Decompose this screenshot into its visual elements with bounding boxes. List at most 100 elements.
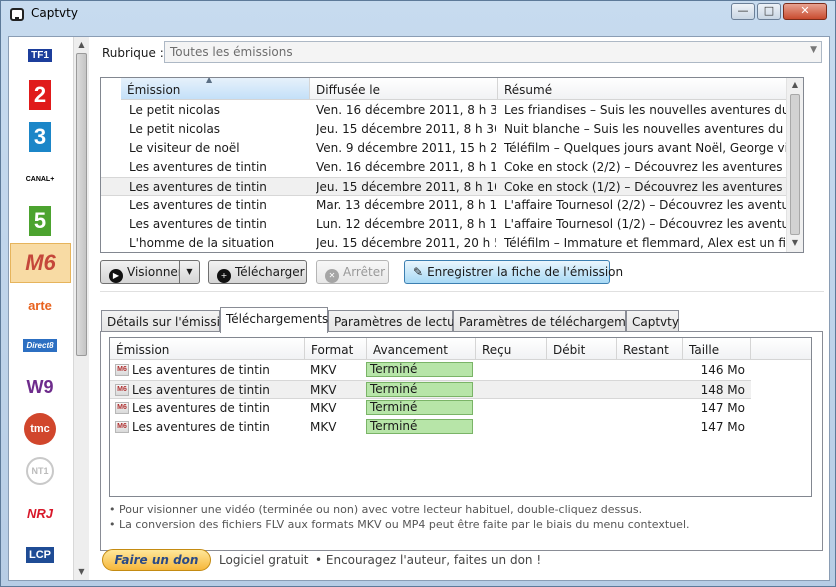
window-title: Captvty <box>31 6 78 20</box>
column-header-recu[interactable]: Reçu <box>476 338 547 360</box>
downloads-panel: Émission Format Avancement Reçu Débit Re… <box>100 331 823 551</box>
scroll-up-arrow-icon[interactable]: ▲ <box>74 37 89 52</box>
emission-scroll-thumb[interactable] <box>790 94 800 235</box>
rubrique-label: Rubrique : <box>102 46 164 60</box>
m6-icon: M6 <box>115 421 129 433</box>
donate-button[interactable]: Faire un don <box>102 549 211 571</box>
emission-list[interactable]: Émission ▲ Diffusée le Résumé Le petit ni… <box>100 77 804 253</box>
scroll-up-arrow-icon[interactable]: ▲ <box>787 80 803 89</box>
minimize-button[interactable]: — <box>731 3 755 20</box>
encourage-label: • Encouragez l'auteur, faites un don ! <box>315 553 542 567</box>
channel-tmc[interactable]: tmc <box>19 411 61 447</box>
nrj12-logo: NRJ <box>26 505 53 521</box>
direct8-logo: Direct8 <box>23 338 57 352</box>
emission-row[interactable]: Le visiteur de noël Ven. 9 décembre 2011… <box>101 139 803 158</box>
status-badge: Terminé <box>366 419 473 434</box>
m6-logo: M6 <box>25 250 56 275</box>
column-header-emission[interactable]: Émission ▲ <box>121 78 310 100</box>
download-list[interactable]: Émission Format Avancement Reçu Débit Re… <box>109 337 812 497</box>
lcp-logo: LCP <box>26 547 54 563</box>
download-row[interactable]: M6 Les aventures de tintin MKV Terminé 1… <box>110 399 751 418</box>
maximize-button[interactable]: □ <box>757 3 781 20</box>
channel-france5[interactable]: 5 <box>19 203 61 239</box>
emission-row[interactable]: Le petit nicolas Jeu. 15 décembre 2011, … <box>101 120 803 139</box>
scroll-down-arrow-icon[interactable]: ▼ <box>74 564 89 579</box>
client-area: TF1 2 3 CANAL+ 5 M6 arte Direct8 W9 tmc … <box>8 36 830 581</box>
emission-row[interactable]: L'homme de la situation Jeu. 15 décembre… <box>101 234 803 252</box>
tab-download-settings[interactable]: Paramètres de téléchargement <box>453 310 646 332</box>
emission-row[interactable]: Les aventures de tintin Mar. 13 décembre… <box>101 196 803 215</box>
tab-playback-settings[interactable]: Paramètres de lecture <box>328 310 467 332</box>
france5-logo: 5 <box>29 206 51 236</box>
channel-nt1[interactable]: NT1 <box>19 453 61 489</box>
sidebar-scrollbar[interactable]: ▲ ▼ <box>73 37 89 580</box>
m6-icon: M6 <box>115 384 129 396</box>
sidebar-scroll-thumb[interactable] <box>76 53 87 356</box>
play-icon: ▶ <box>109 269 123 283</box>
column-header-filler <box>751 338 811 360</box>
channel-direct8[interactable]: Direct8 <box>19 327 61 363</box>
tab-captvty[interactable]: Captvty <box>626 310 679 332</box>
column-header-format[interactable]: Format <box>305 338 367 360</box>
channel-france2[interactable]: 2 <box>19 77 61 113</box>
emission-row-selected[interactable]: Les aventures de tintin Jeu. 15 décembre… <box>101 177 803 196</box>
close-icon: ✕ <box>325 269 339 283</box>
column-header-debit[interactable]: Débit <box>547 338 617 360</box>
tf1-logo: TF1 <box>28 48 52 62</box>
column-header-avancement[interactable]: Avancement <box>367 338 476 360</box>
m6-icon: M6 <box>115 402 129 414</box>
play-options-dropdown[interactable]: ▼ <box>179 260 200 284</box>
divider <box>100 291 824 292</box>
save-sheet-button[interactable]: ✎ Enregistrer la fiche de l'émission <box>404 260 623 284</box>
close-button[interactable]: ✕ <box>783 3 827 20</box>
tmc-logo: tmc <box>24 413 56 445</box>
download-button[interactable]: + Télécharger <box>208 260 307 284</box>
download-row[interactable]: M6 Les aventures de tintin MKV Terminé 1… <box>110 418 751 437</box>
app-icon <box>10 8 24 21</box>
play-button[interactable]: ▶ Visionner <box>100 260 183 284</box>
info-note: • La conversion des fichiers FLV aux for… <box>109 518 690 531</box>
emission-row[interactable]: Les aventures de tintin Ven. 16 décembre… <box>101 158 803 177</box>
plus-icon: + <box>217 269 231 283</box>
channel-arte[interactable]: arte <box>19 287 61 323</box>
nt1-logo: NT1 <box>26 457 54 485</box>
channel-canalplus[interactable]: CANAL+ <box>19 161 61 197</box>
column-header-taille[interactable]: Taille <box>683 338 751 360</box>
channel-nrj12[interactable]: NRJ <box>19 495 61 531</box>
w9-logo: W9 <box>26 376 54 397</box>
status-badge: Terminé <box>366 382 473 397</box>
column-header-emission[interactable]: Émission <box>110 338 305 360</box>
france3-logo: 3 <box>29 122 51 152</box>
channel-tf1[interactable]: TF1 <box>19 37 61 73</box>
scroll-down-arrow-icon[interactable]: ▼ <box>787 238 803 247</box>
paperclip-icon: ✎ <box>413 265 424 279</box>
stop-button[interactable]: ✕ Arrêter <box>316 260 389 284</box>
status-badge: Terminé <box>366 400 473 415</box>
channel-sidebar: TF1 2 3 CANAL+ 5 M6 arte Direct8 W9 tmc … <box>9 37 91 580</box>
channel-france3[interactable]: 3 <box>19 119 61 155</box>
download-row-selected[interactable]: M6 Les aventures de tintin MKV Terminé 1… <box>110 380 751 399</box>
status-badge: Terminé <box>366 362 473 377</box>
info-note: • Pour visionner une vidéo (terminée ou … <box>109 503 643 516</box>
channel-m6[interactable]: M6 <box>10 243 71 283</box>
app-window: Captvty — □ ✕ TF1 2 3 CANAL+ 5 M6 arte D… <box>0 0 836 587</box>
channel-w9[interactable]: W9 <box>19 369 61 405</box>
canalplus-logo: CANAL+ <box>25 175 55 183</box>
tab-details[interactable]: Détails sur l'émission <box>101 310 235 332</box>
download-row[interactable]: M6 Les aventures de tintin MKV Terminé 1… <box>110 361 751 380</box>
sort-up-icon: ▲ <box>206 77 213 84</box>
column-header-diffusee[interactable]: Diffusée le <box>310 78 498 100</box>
channel-lcp[interactable]: LCP <box>19 537 61 573</box>
france2-logo: 2 <box>29 80 51 110</box>
rubrique-select[interactable]: Toutes les émissions ▼ <box>164 41 822 63</box>
arte-logo: arte <box>28 297 52 313</box>
emission-row[interactable]: Le petit nicolas Ven. 16 décembre 2011, … <box>101 101 803 120</box>
tab-downloads[interactable]: Téléchargements <box>220 307 328 333</box>
column-header-restant[interactable]: Restant <box>617 338 683 360</box>
emission-list-scrollbar[interactable]: ▲ ▼ <box>786 78 803 252</box>
emission-row[interactable]: Les aventures de tintin Lun. 12 décembre… <box>101 215 803 234</box>
chevron-down-icon: ▼ <box>810 45 817 55</box>
rubrique-value: Toutes les émissions <box>170 45 293 59</box>
column-header-resume[interactable]: Résumé <box>498 78 787 100</box>
title-bar[interactable]: Captvty — □ ✕ <box>1 1 835 27</box>
